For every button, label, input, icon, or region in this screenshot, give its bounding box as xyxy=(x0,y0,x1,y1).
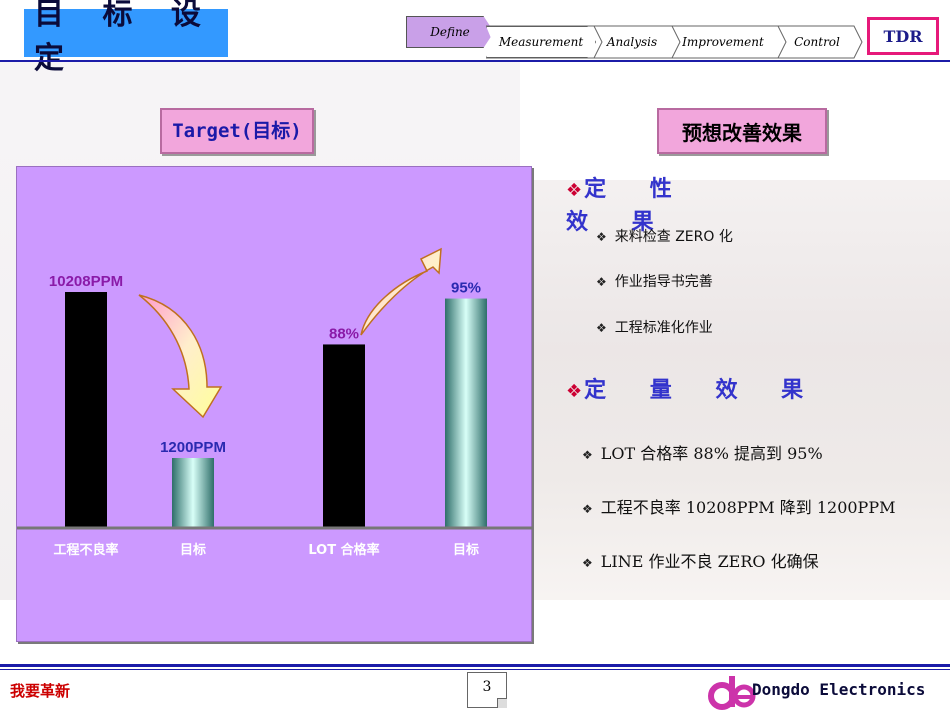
diamond-bullet-icon: ❖ xyxy=(582,556,593,570)
diamond-bullet-icon: ❖ xyxy=(596,275,607,289)
chart-svg: 10208PPM 工程不良率 1200PPM 目标 88% LOT 合格率 95% 目标 xyxy=(17,247,533,558)
chart-bar xyxy=(65,292,107,528)
down-arrow-icon xyxy=(138,294,223,419)
chart-category-label: 工程不良率 xyxy=(53,542,118,558)
quantitative-heading: ❖定 量 效 果 xyxy=(566,378,822,403)
quantitative-item: ❖ LINE 作业不良 ZERO 化确保 xyxy=(582,552,819,571)
up-arrow-icon xyxy=(360,247,442,336)
qualitative-item: ❖ 作业指导书完善 xyxy=(596,274,713,290)
tdr-badge: TDR xyxy=(867,17,939,55)
chart-bar xyxy=(323,344,365,528)
steps-outline xyxy=(486,25,863,59)
qualitative-item: ❖ 工程标准化作业 xyxy=(596,320,713,336)
company-logo-icon xyxy=(708,676,756,710)
diamond-bullet-icon: ❖ xyxy=(582,448,593,462)
chart-data-label: 10208PPM xyxy=(49,273,123,290)
diamond-bullet-icon: ❖ xyxy=(596,230,607,244)
chart-category-label: 目标 xyxy=(180,542,206,558)
target-label: Target(目标) xyxy=(160,108,314,154)
diamond-bullet-icon: ❖ xyxy=(582,502,593,516)
chart-category-label: LOT 合格率 xyxy=(308,542,379,558)
header-divider xyxy=(0,60,950,62)
quantitative-item: ❖ LOT 合格率 88% 提高到 95% xyxy=(582,444,823,463)
chart-bar xyxy=(172,458,214,528)
page-title: 目 标 设 定 xyxy=(24,0,228,76)
target-chart: 10208PPM 工程不良率 1200PPM 目标 88% LOT 合格率 95% 目标 xyxy=(16,166,533,642)
chart-data-label: 1200PPM xyxy=(160,439,226,456)
diamond-bullet-icon: ❖ xyxy=(596,321,607,335)
footer-slogan: 我要革新 xyxy=(10,682,71,700)
expected-effect-label: 预想改善效果 xyxy=(657,108,827,154)
quantitative-item: ❖ 工程不良率 10208PPM 降到 1200PPM xyxy=(582,498,896,517)
chart-data-label: 88% xyxy=(329,325,359,342)
qualitative-item: ❖ 来料检查 ZERO 化 xyxy=(596,229,733,245)
footer-divider xyxy=(0,664,950,667)
diamond-bullet-icon: ❖ xyxy=(566,180,583,201)
company-name: Dongdo Electronics xyxy=(752,680,926,699)
chart-bar xyxy=(445,298,487,528)
page-fold-icon xyxy=(497,698,507,708)
diamond-bullet-icon: ❖ xyxy=(566,381,583,402)
chart-category-label: 目标 xyxy=(453,542,479,558)
chart-data-label: 95% xyxy=(451,280,481,297)
footer-divider-thin xyxy=(0,669,950,670)
